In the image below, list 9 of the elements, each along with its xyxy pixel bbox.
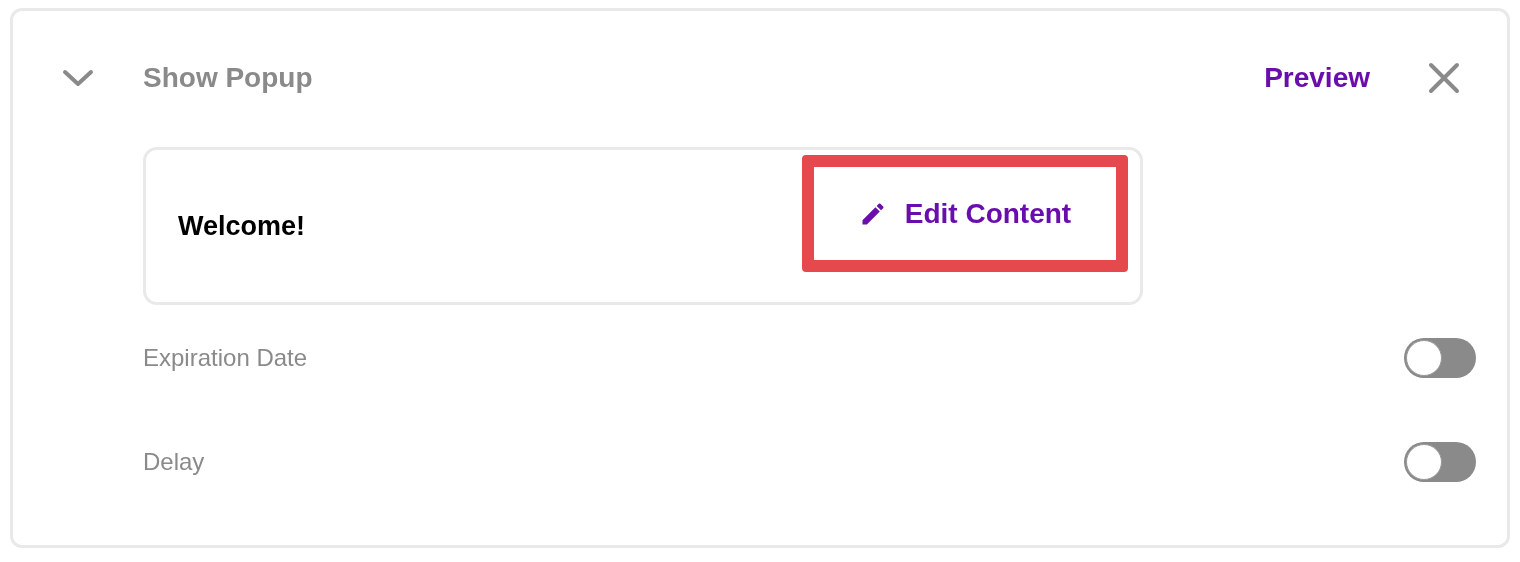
close-icon[interactable]: [1428, 62, 1460, 94]
chevron-icon[interactable]: [62, 68, 94, 88]
content-title: Welcome!: [178, 210, 306, 242]
toggle-switch[interactable]: [1404, 338, 1476, 378]
preview-link[interactable]: Preview: [1264, 62, 1370, 94]
popup-title: Show Popup: [143, 62, 314, 94]
setting-label: Expiration Date: [143, 344, 308, 372]
toggle-switch[interactable]: [1404, 442, 1476, 482]
setting-label: Delay: [143, 448, 205, 476]
